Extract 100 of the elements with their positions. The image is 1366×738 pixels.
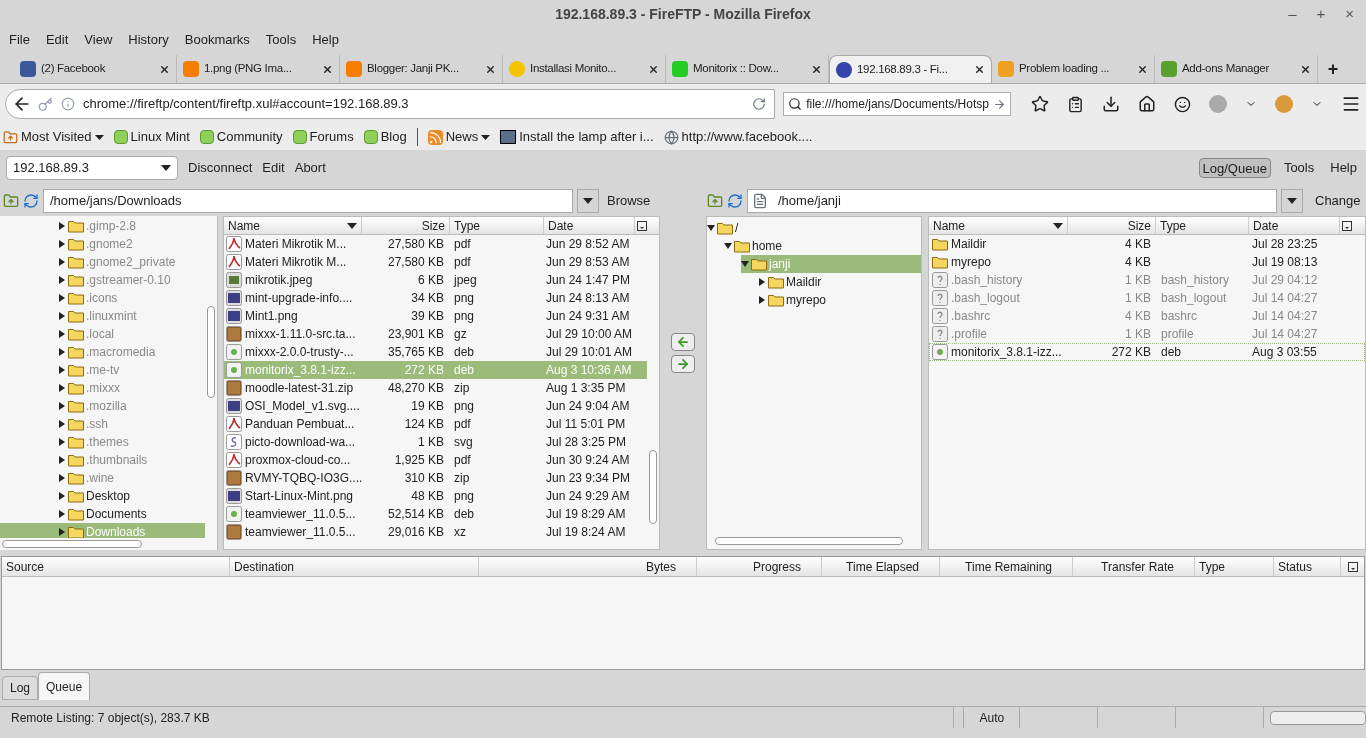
column-header[interactable]: Size xyxy=(1068,217,1156,234)
collapsed-arrow-icon[interactable] xyxy=(58,402,66,410)
browser-tab[interactable]: Blogger: Janji PK... xyxy=(340,55,503,83)
bookmark[interactable]: Install the lamp after i... xyxy=(500,127,654,147)
column-header[interactable]: Size xyxy=(362,217,450,234)
collapsed-arrow-icon[interactable] xyxy=(58,366,66,374)
scrollbar-thumb[interactable] xyxy=(207,306,215,398)
browser-tab[interactable]: 1.png (PNG Ima... xyxy=(177,55,340,83)
home-icon[interactable] xyxy=(1138,95,1156,113)
close-icon[interactable] xyxy=(974,64,985,75)
tree-item[interactable]: myrepo xyxy=(758,291,921,309)
toolbar-button[interactable]: Help xyxy=(1327,158,1360,178)
menu-item[interactable]: Bookmarks xyxy=(184,30,250,50)
scrollbar-thumb[interactable] xyxy=(2,540,142,548)
collapsed-arrow-icon[interactable] xyxy=(58,420,66,428)
collapsed-arrow-icon[interactable] xyxy=(58,276,66,284)
collapsed-arrow-icon[interactable] xyxy=(58,528,66,536)
panel-tab[interactable]: Log xyxy=(2,676,39,700)
tree-item[interactable]: home xyxy=(724,237,921,255)
tree-item[interactable]: Desktop xyxy=(0,487,205,505)
close-icon[interactable] xyxy=(1137,63,1148,75)
path-field[interactable]: /home/janji xyxy=(747,189,1277,213)
file-row[interactable]: proxmox-cloud-co... 1,925 KB pdf Jun 30 9:24 AM xyxy=(224,451,647,469)
column-header[interactable]: Name xyxy=(224,217,362,234)
collapsed-arrow-icon[interactable] xyxy=(58,294,66,302)
file-row[interactable]: Materi Mikrotik M... 27,580 KB pdf Jun 29 8:52 AM xyxy=(224,235,647,253)
browser-tab[interactable]: 192.168.89.3 - Fi... xyxy=(829,55,992,83)
window-control[interactable]: × xyxy=(1345,2,1354,26)
file-row[interactable]: mikrotik.jpeg 6 KB jpeg Jun 24 1:47 PM xyxy=(224,271,647,289)
column-header[interactable]: Type xyxy=(450,217,544,234)
file-row[interactable]: mixxx-2.0.0-trusty-... 35,765 KB deb Jul 29 10:01 AM xyxy=(224,343,647,361)
file-row[interactable]: .bashrc 4 KB bashrc Jul 14 04:27 xyxy=(929,307,1365,325)
bookmark[interactable]: Most Visited xyxy=(3,127,104,147)
collapsed-arrow-icon[interactable] xyxy=(58,258,66,266)
column-header[interactable]: Time Remaining xyxy=(940,557,1073,576)
menu-item[interactable]: Tools xyxy=(265,30,297,50)
close-icon[interactable] xyxy=(485,63,496,75)
menu-item[interactable]: File xyxy=(9,30,30,50)
expanded-arrow-icon[interactable] xyxy=(707,224,715,232)
bookmark[interactable]: Forums xyxy=(292,127,354,147)
file-row[interactable]: myrepo 4 KB Jul 19 08:13 xyxy=(929,253,1365,271)
toolbar-button[interactable]: Abort xyxy=(294,158,326,178)
file-row[interactable]: Maildir 4 KB Jul 28 23:25 xyxy=(929,235,1365,253)
smiley-icon[interactable] xyxy=(1174,95,1191,113)
upload-arrow-button[interactable] xyxy=(671,355,695,373)
bookmark[interactable]: http://www.facebook.... xyxy=(663,127,813,147)
toolbar-button[interactable]: Edit xyxy=(262,158,285,178)
toolbar-button[interactable]: Disconnect xyxy=(188,158,253,178)
file-row[interactable]: Start-Linux-Mint.png 48 KB png Jun 24 9:29 AM xyxy=(224,487,647,505)
go-icon[interactable] xyxy=(993,97,1006,111)
file-row[interactable]: picto-download-wa... 1 KB svg Jul 28 3:25 PM xyxy=(224,433,647,451)
collapsed-arrow-icon[interactable] xyxy=(58,240,66,248)
reading-list-icon[interactable] xyxy=(1067,95,1084,113)
collapsed-arrow-icon[interactable] xyxy=(58,456,66,464)
column-header[interactable]: Transfer Rate xyxy=(1073,557,1195,576)
browser-tab[interactable]: Problem loading ... xyxy=(992,55,1155,83)
browser-tab[interactable]: (2) Facebook xyxy=(14,55,177,83)
close-icon[interactable] xyxy=(648,63,659,75)
file-row[interactable]: RVMY-TQBQ-IO3G.... 310 KB zip Jun 23 9:34 PM xyxy=(224,469,647,487)
browser-tab[interactable]: Installasi Monito... xyxy=(503,55,666,83)
path-dropdown[interactable] xyxy=(577,189,599,213)
tree-item[interactable]: Maildir xyxy=(758,273,921,291)
path-field[interactable]: /home/jans/Downloads xyxy=(43,189,573,213)
file-row[interactable]: Materi Mikrotik M... 27,580 KB pdf Jun 29 8:53 AM xyxy=(224,253,647,271)
file-row[interactable]: teamviewer_11.0.5... 29,016 KB xz Jul 19 8:24 AM xyxy=(224,523,647,541)
info-icon[interactable] xyxy=(61,97,75,111)
parent-folder-icon[interactable] xyxy=(707,193,723,209)
change-button[interactable]: Change xyxy=(1315,191,1361,211)
file-row[interactable]: teamviewer_11.0.5... 52,514 KB deb Jul 19 8:29 AM xyxy=(224,505,647,523)
bookmark[interactable]: News xyxy=(427,127,491,147)
column-header[interactable]: Name xyxy=(929,217,1068,234)
menu-item[interactable]: View xyxy=(84,30,113,50)
bookmark[interactable]: Community xyxy=(199,127,283,147)
collapsed-arrow-icon[interactable] xyxy=(58,510,66,518)
menu-icon[interactable] xyxy=(1341,94,1361,114)
file-row[interactable]: mint-upgrade-info.... 34 KB png Jun 24 8:13 AM xyxy=(224,289,647,307)
menu-item[interactable]: Edit xyxy=(45,30,69,50)
collapsed-arrow-icon[interactable] xyxy=(58,348,66,356)
expanded-arrow-icon[interactable] xyxy=(724,242,732,250)
file-row[interactable]: Panduan Pembuat... 124 KB pdf Jul 11 5:01 PM xyxy=(224,415,647,433)
new-tab-button[interactable]: + xyxy=(1318,55,1348,83)
file-row[interactable]: OSI_Model_v1.svg.... 19 KB png Jun 24 9:04 AM xyxy=(224,397,647,415)
refresh-icon[interactable] xyxy=(23,193,39,209)
tree-item[interactable]: Documents xyxy=(0,505,205,523)
collapsed-arrow-icon[interactable] xyxy=(58,384,66,392)
menu-item[interactable]: Help xyxy=(312,30,339,50)
bookmark[interactable]: Blog xyxy=(363,127,407,147)
browser-tab[interactable]: Monitorix :: Dow... xyxy=(666,55,829,83)
refresh-icon[interactable] xyxy=(727,193,743,209)
column-header[interactable]: Type xyxy=(1156,217,1249,234)
tree-item[interactable]: / xyxy=(707,219,921,237)
bookmark-star-icon[interactable] xyxy=(1031,95,1049,113)
column-header[interactable]: Bytes xyxy=(479,557,697,576)
collapsed-arrow-icon[interactable] xyxy=(58,330,66,338)
collapsed-arrow-icon[interactable] xyxy=(758,296,766,304)
column-header[interactable]: Status xyxy=(1274,557,1341,576)
panel-tab[interactable]: Queue xyxy=(38,672,91,700)
close-icon[interactable] xyxy=(811,63,822,75)
menu-item[interactable]: History xyxy=(128,30,169,50)
collapsed-arrow-icon[interactable] xyxy=(58,222,66,230)
